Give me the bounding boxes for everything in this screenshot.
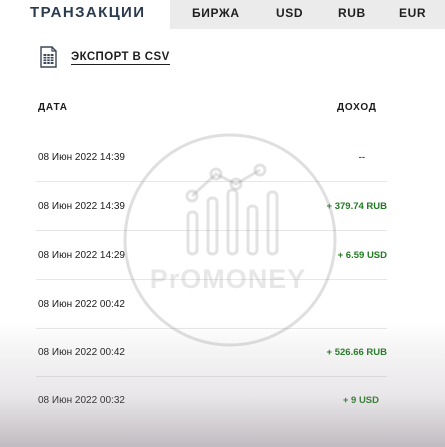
- export-csv-label: ЭКСПОРТ В CSV: [71, 51, 170, 65]
- tab-rub[interactable]: RUB: [338, 0, 366, 29]
- row-date: 08 Июн 2022 00:42: [38, 299, 125, 310]
- table-row[interactable]: 08 Июн 2022 14:39 --: [0, 134, 445, 182]
- tab-birzha[interactable]: БИРЖА: [192, 0, 240, 29]
- row-amount: --: [358, 152, 365, 163]
- row-amount: + 526.66 RUB: [326, 347, 387, 358]
- row-date: 08 Июн 2022 00:42: [38, 347, 125, 358]
- column-header-date: ДАТА: [38, 102, 68, 113]
- tab-usd[interactable]: USD: [276, 0, 303, 29]
- column-header-income: ДОХОД: [337, 102, 377, 113]
- row-divider: [36, 181, 387, 182]
- row-date: 08 Июн 2022 14:39: [38, 201, 125, 212]
- row-amount: + 379.74 RUB: [326, 201, 387, 212]
- row-divider: [36, 279, 387, 280]
- tab-transactions[interactable]: ТРАНЗАКЦИИ: [0, 0, 170, 29]
- export-csv-link[interactable]: ЭКСПОРТ В CSV: [40, 43, 170, 71]
- tab-bar: ТРАНЗАКЦИИ БИРЖА USD RUB EUR: [0, 0, 445, 29]
- tab-eur[interactable]: EUR: [399, 0, 426, 29]
- row-date: 08 Июн 2022 14:39: [38, 152, 125, 163]
- row-divider: [36, 230, 387, 231]
- table-row[interactable]: 08 Июн 2022 00:42: [0, 281, 445, 329]
- row-date: 08 Июн 2022 14:29: [38, 250, 125, 261]
- row-amount: + 9 USD: [342, 395, 379, 406]
- table-row[interactable]: 08 Июн 2022 14:39 + 379.74 RUB: [0, 183, 445, 231]
- row-amount: + 6.59 USD: [337, 250, 387, 261]
- table-row[interactable]: 08 Июн 2022 00:32 + 9 USD: [0, 377, 445, 425]
- row-date: 08 Июн 2022 00:32: [38, 395, 125, 406]
- table-row[interactable]: 08 Июн 2022 00:42 + 526.66 RUB: [0, 329, 445, 377]
- spreadsheet-icon: [40, 46, 57, 68]
- table-row[interactable]: 08 Июн 2022 14:29 + 6.59 USD: [0, 232, 445, 280]
